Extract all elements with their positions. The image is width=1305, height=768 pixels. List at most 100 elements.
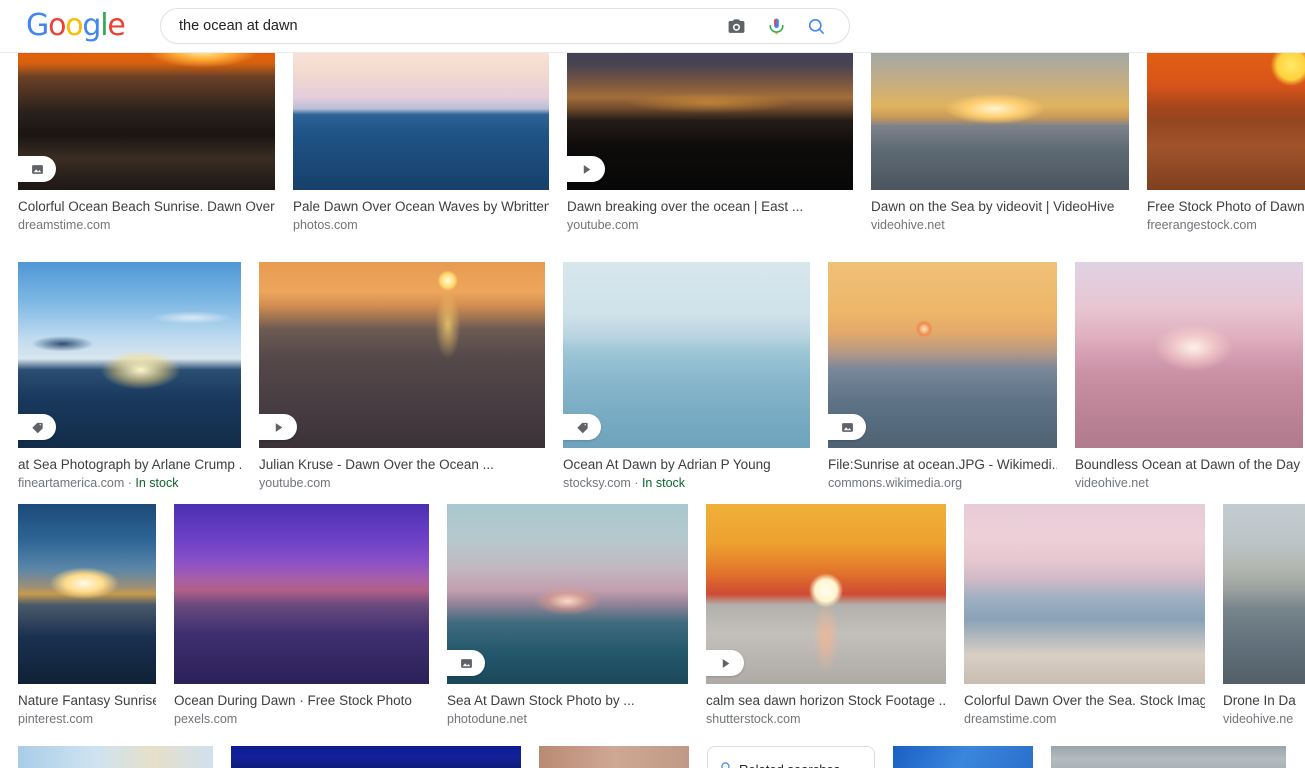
thumbnail[interactable] (1075, 262, 1303, 448)
image-result-tile[interactable]: Boundless Ocean at Dawn of the Day by vid… (1075, 262, 1303, 491)
result-title[interactable]: at Sea Photograph by Arlane Crump ... (18, 457, 241, 473)
thumbnail[interactable] (563, 262, 810, 448)
result-source[interactable]: youtube.com (259, 475, 545, 491)
search-bar-icons (725, 15, 849, 37)
image-result-tile[interactable] (18, 746, 213, 768)
image-result-tile[interactable]: File:Sunrise at ocean.JPG - Wikimedi... c… (828, 262, 1057, 491)
result-source[interactable]: videohive.ne (1223, 711, 1305, 727)
thumbnail[interactable] (1147, 53, 1305, 190)
thumbnail[interactable] (174, 504, 429, 684)
thumbnail[interactable] (1223, 504, 1305, 684)
result-title[interactable]: Drone In Da (1223, 693, 1305, 709)
camera-icon[interactable] (725, 15, 747, 37)
thumbnail[interactable] (1051, 746, 1286, 768)
image-result-tile[interactable]: Ocean At Dawn by Adrian P Young stocksy.c… (563, 262, 810, 491)
result-title[interactable]: Colorful Ocean Beach Sunrise. Dawn Over … (18, 199, 275, 215)
result-source[interactable]: dreamstime.com (18, 217, 275, 233)
image-gallery-icon[interactable] (18, 156, 56, 182)
thumbnail[interactable] (293, 53, 549, 190)
result-source[interactable]: pinterest.com (18, 711, 156, 727)
price-tag-icon[interactable] (563, 414, 601, 440)
result-title[interactable]: Pale Dawn Over Ocean Waves by Wbritten (293, 199, 549, 215)
result-source[interactable]: shutterstock.com (706, 711, 946, 727)
image-result-tile[interactable]: Ocean During Dawn · Free Stock Photo pexe… (174, 504, 429, 727)
image-gallery-icon[interactable] (447, 650, 485, 676)
image-result-tile[interactable] (539, 746, 689, 768)
search-input[interactable] (161, 10, 725, 42)
thumbnail[interactable] (539, 746, 689, 768)
thumbnail[interactable] (567, 53, 853, 190)
image-result-tile[interactable]: Julian Kruse - Dawn Over the Ocean ... yo… (259, 262, 545, 491)
search-icon[interactable] (805, 15, 827, 37)
thumbnail[interactable] (18, 53, 275, 190)
result-title[interactable]: File:Sunrise at ocean.JPG - Wikimedi... (828, 457, 1057, 473)
result-title[interactable]: Free Stock Photo of Dawn i (1147, 199, 1305, 215)
result-title[interactable]: Colorful Dawn Over the Sea. Stock Image.… (964, 693, 1205, 709)
thumbnail[interactable] (259, 262, 545, 448)
thumbnail[interactable] (893, 746, 1033, 768)
result-title[interactable]: Ocean During Dawn · Free Stock Photo (174, 693, 429, 709)
image-result-tile[interactable]: Drone In Da videohive.ne (1223, 504, 1305, 727)
thumbnail[interactable] (828, 262, 1057, 448)
result-caption: File:Sunrise at ocean.JPG - Wikimedi... c… (828, 448, 1057, 491)
image-result-tile[interactable]: Related searches (707, 746, 875, 768)
result-source[interactable]: dreamstime.com (964, 711, 1205, 727)
result-title[interactable]: Sea At Dawn Stock Photo by ... (447, 693, 688, 709)
image-result-tile[interactable]: calm sea dawn horizon Stock Footage ... s… (706, 504, 946, 727)
result-title[interactable]: Dawn on the Sea by videovit | VideoHive (871, 199, 1129, 215)
result-title[interactable]: Boundless Ocean at Dawn of the Day by (1075, 457, 1303, 473)
image-result-tile[interactable] (893, 746, 1033, 768)
result-caption: Colorful Ocean Beach Sunrise. Dawn Over … (18, 190, 275, 233)
result-source[interactable]: photodune.net (447, 711, 688, 727)
thumbnail[interactable] (18, 262, 241, 448)
result-caption: Free Stock Photo of Dawn i freerangestock… (1147, 190, 1305, 233)
thumbnail[interactable] (18, 746, 213, 768)
microphone-icon[interactable] (765, 15, 787, 37)
result-source[interactable]: stocksy.com · In stock (563, 475, 810, 491)
result-title[interactable]: Julian Kruse - Dawn Over the Ocean ... (259, 457, 545, 473)
thumbnail[interactable] (447, 504, 688, 684)
result-source[interactable]: youtube.com (567, 217, 853, 233)
thumbnail-image (18, 504, 156, 684)
image-result-tile[interactable] (231, 746, 521, 768)
play-icon[interactable] (706, 650, 744, 676)
result-source[interactable]: commons.wikimedia.org (828, 475, 1057, 491)
result-source[interactable]: freerangestock.com (1147, 217, 1305, 233)
image-result-tile[interactable]: Nature Fantasy Sunrise... pinterest.com (18, 504, 156, 727)
image-gallery-icon[interactable] (828, 414, 866, 440)
result-source[interactable]: videohive.net (1075, 475, 1303, 491)
result-caption: Colorful Dawn Over the Sea. Stock Image.… (964, 684, 1205, 727)
thumbnail[interactable] (18, 504, 156, 684)
thumbnail[interactable] (231, 746, 521, 768)
google-logo[interactable]: Google (26, 8, 126, 43)
image-result-tile[interactable] (1051, 746, 1286, 768)
thumbnail[interactable] (871, 53, 1129, 190)
result-title[interactable]: calm sea dawn horizon Stock Footage ... (706, 693, 946, 709)
image-result-tile[interactable]: Colorful Ocean Beach Sunrise. Dawn Over … (18, 53, 275, 233)
image-result-tile[interactable]: at Sea Photograph by Arlane Crump ... fin… (18, 262, 241, 491)
image-result-tile[interactable]: Free Stock Photo of Dawn i freerangestock… (1147, 53, 1305, 233)
play-icon[interactable] (567, 156, 605, 182)
result-title[interactable]: Ocean At Dawn by Adrian P Young (563, 457, 810, 473)
result-source[interactable]: photos.com (293, 217, 549, 233)
result-title[interactable]: Dawn breaking over the ocean | East ... (567, 199, 853, 215)
search-bar[interactable] (160, 8, 850, 44)
image-result-tile[interactable]: Sea At Dawn Stock Photo by ... photodune.… (447, 504, 688, 727)
logo-letter: o (48, 8, 66, 43)
thumbnail[interactable] (706, 504, 946, 684)
result-source[interactable]: pexels.com (174, 711, 429, 727)
image-result-tile[interactable]: Colorful Dawn Over the Sea. Stock Image.… (964, 504, 1205, 727)
result-title[interactable]: Nature Fantasy Sunrise... (18, 693, 156, 709)
image-result-tile[interactable]: Dawn breaking over the ocean | East ... y… (567, 53, 853, 233)
image-result-tile[interactable]: Pale Dawn Over Ocean Waves by Wbritten ph… (293, 53, 549, 233)
play-icon[interactable] (259, 414, 297, 440)
price-tag-icon[interactable] (18, 414, 56, 440)
logo-letter: o (65, 8, 83, 43)
result-source[interactable]: fineartamerica.com · In stock (18, 475, 241, 491)
thumbnail[interactable] (964, 504, 1205, 684)
related-searches-card[interactable]: Related searches (707, 746, 875, 768)
thumbnail-image (893, 746, 1033, 768)
result-source[interactable]: videohive.net (871, 217, 1129, 233)
image-result-tile[interactable]: Dawn on the Sea by videovit | VideoHive v… (871, 53, 1129, 233)
related-search-icon (720, 761, 733, 768)
